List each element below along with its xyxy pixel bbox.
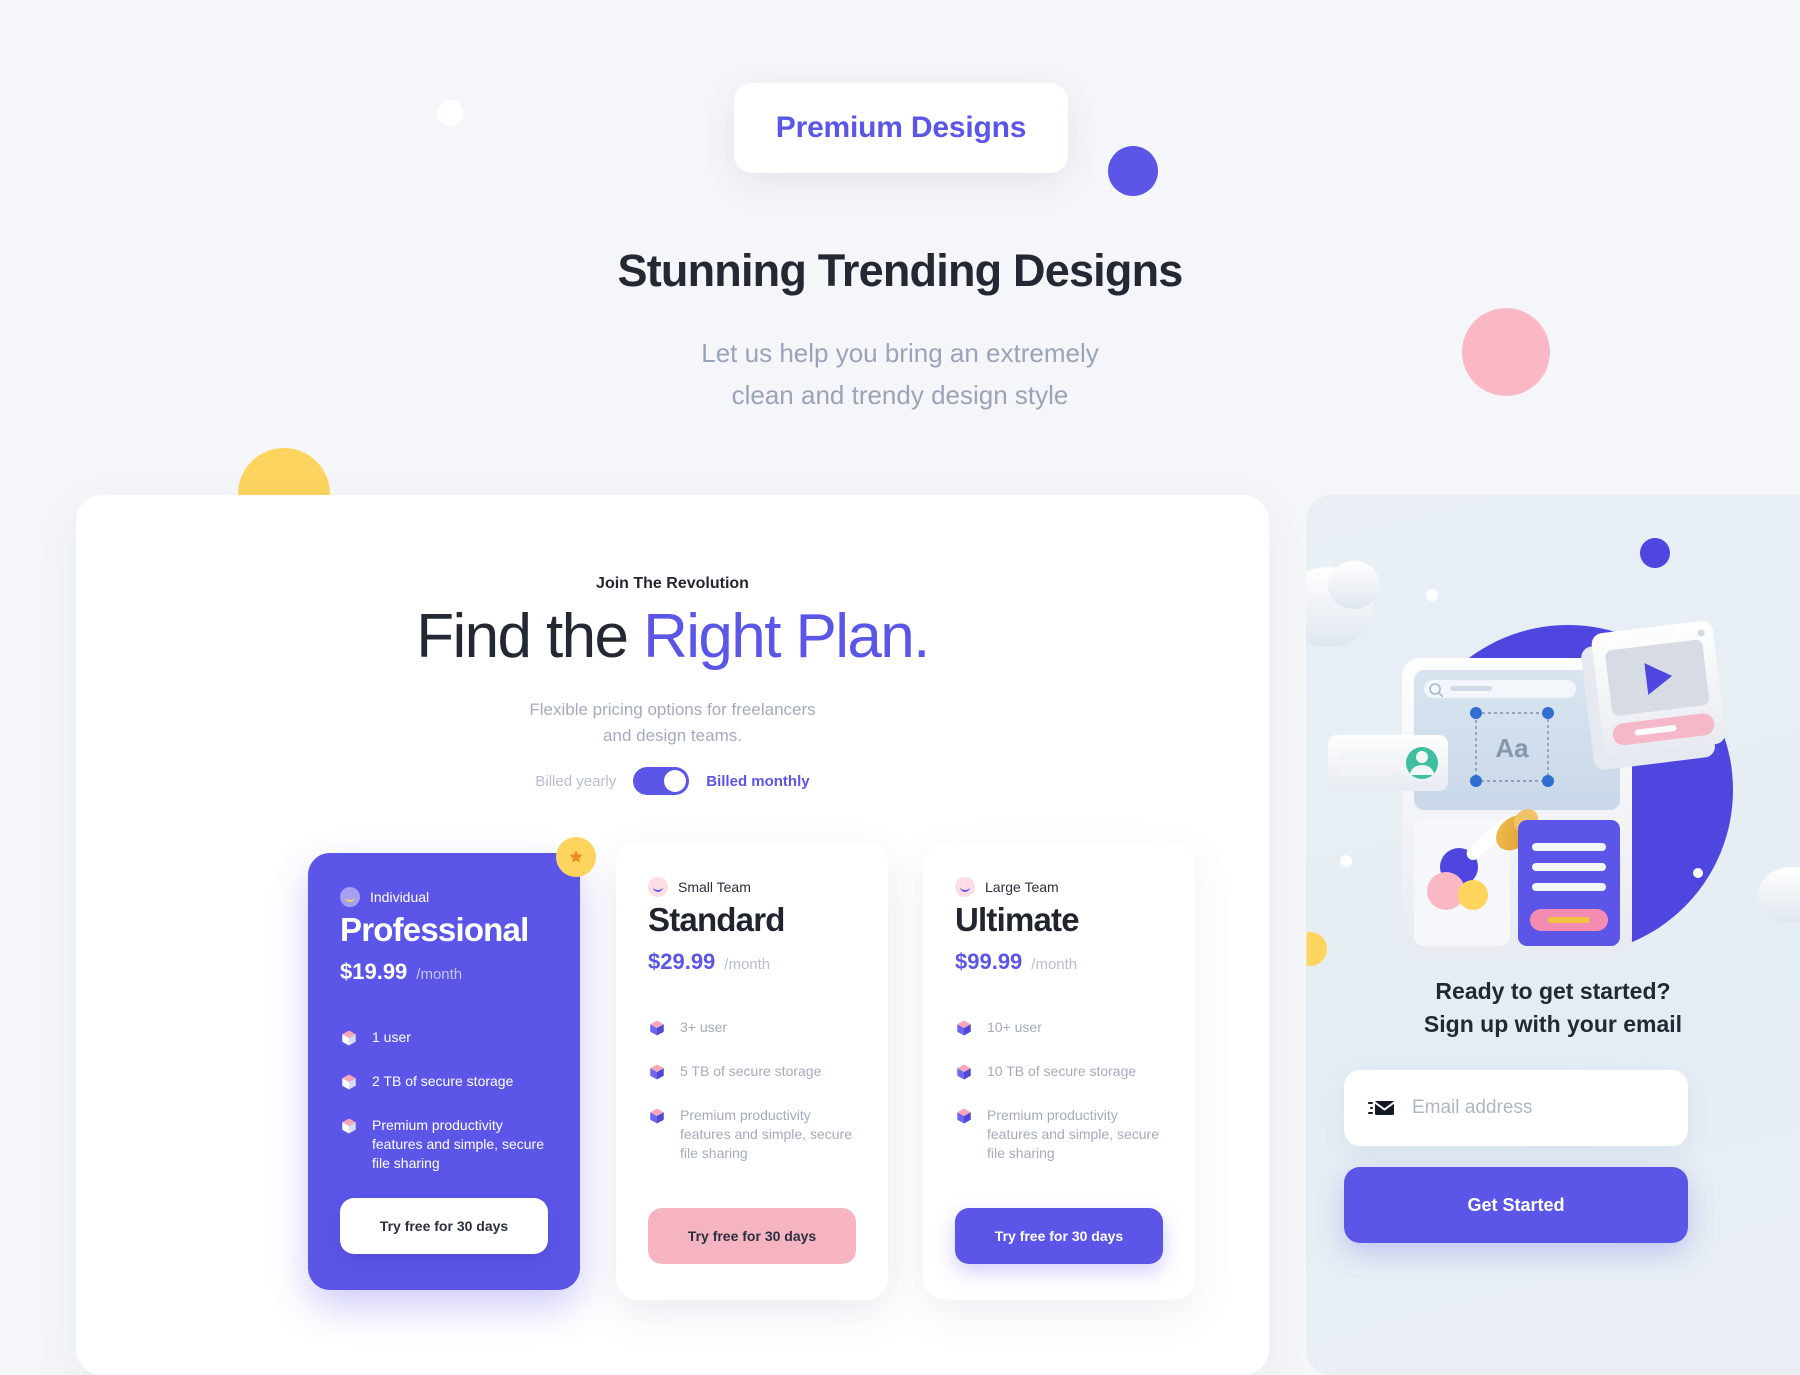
feature-item: 10 TB of secure storage <box>955 1062 1163 1081</box>
feature-item: 1 user <box>340 1028 548 1047</box>
cube-icon <box>342 1074 356 1090</box>
typography-label: Aa <box>1495 733 1529 763</box>
plan-price: $99.99 <box>955 949 1023 974</box>
plan-tag-standard: Small Team <box>648 877 856 897</box>
feature-item: Premium productivity features and simple… <box>648 1106 856 1163</box>
feature-label: 10+ user <box>987 1019 1042 1035</box>
plan-features-professional: 1 user 2 TB of secure storage Premium pr… <box>340 1028 548 1173</box>
cloud-icon <box>1306 561 1380 647</box>
plan-features-ultimate: 10+ user 10 TB of secure storage Premium… <box>955 1018 1163 1163</box>
plan-name-ultimate: Ultimate <box>955 901 1080 938</box>
cube-icon <box>957 1064 971 1080</box>
plan-tag-label: Individual <box>370 889 430 905</box>
plan-price-row-standard: $29.99 /month <box>648 949 856 975</box>
try-free-button-professional[interactable]: Try free for 30 days <box>340 1198 548 1254</box>
selection-handle <box>1542 775 1554 787</box>
pricing-cards: Individual Professional $19.99 /month 1 <box>76 495 1269 1375</box>
contact-card <box>1328 735 1448 791</box>
cube-icon <box>957 1020 971 1036</box>
premium-designs-badge-label: Premium Designs <box>775 111 1027 144</box>
feature-item: 10+ user <box>955 1018 1163 1037</box>
plan-price-row-ultimate: $99.99 /month <box>955 949 1163 975</box>
plan-tag-label: Small Team <box>678 879 751 895</box>
plan-period: /month <box>1031 956 1078 973</box>
plan-name-professional: Professional <box>340 911 529 948</box>
feature-label: Premium productivity features and simple… <box>680 1107 852 1161</box>
premium-designs-badge[interactable]: Premium Designs <box>734 83 1068 173</box>
smiley-icon <box>955 877 975 897</box>
email-input[interactable] <box>1412 1097 1664 1119</box>
plan-tag-professional: Individual <box>340 887 548 907</box>
plan-price: $29.99 <box>648 949 716 974</box>
featured-star-badge <box>556 837 596 877</box>
feature-item: 5 TB of secure storage <box>648 1062 856 1081</box>
page-title: Stunning Trending Designs <box>617 245 1183 296</box>
video-card <box>1581 620 1726 770</box>
cube-icon <box>342 1030 356 1046</box>
plan-features-standard: 3+ user 5 TB of secure storage Premium p… <box>648 1018 856 1163</box>
feature-item: Premium productivity features and simple… <box>340 1116 548 1173</box>
dot <box>1640 538 1670 568</box>
plan-period: /month <box>724 956 771 973</box>
plan-tag-ultimate: Large Team <box>955 877 1163 897</box>
try-free-button-standard[interactable]: Try free for 30 days <box>648 1208 856 1264</box>
plan-tag-label: Large Team <box>985 879 1059 895</box>
feature-label: 10 TB of secure storage <box>987 1063 1137 1079</box>
smiley-icon <box>340 887 360 907</box>
signup-heading-line-1: Ready to get started? <box>1435 978 1671 1004</box>
plan-price-row-professional: $19.99 /month <box>340 959 548 985</box>
pricing-card-professional[interactable]: Individual Professional $19.99 /month 1 <box>308 837 596 1290</box>
envelope-icon <box>1368 1101 1394 1115</box>
signup-heading-line-2: Sign up with your email <box>1423 1010 1683 1037</box>
decorative-circle-yellow-small <box>1306 932 1327 966</box>
selection-handle <box>1542 707 1554 719</box>
pricing-panel: Join The Revolution Find the Right Plan.… <box>76 495 1269 1375</box>
plan-price: $19.99 <box>340 959 408 984</box>
decorative-circle-white <box>437 100 463 126</box>
dot <box>1426 589 1438 601</box>
color-swatch-yellow <box>1458 880 1488 910</box>
email-field-wrapper[interactable] <box>1344 1070 1688 1146</box>
page-subtitle: Let us help you bring an extremely clean… <box>0 332 1800 416</box>
dot <box>1340 855 1352 867</box>
feature-label: Premium productivity features and simple… <box>987 1107 1159 1161</box>
feature-label: 2 TB of secure storage <box>372 1073 514 1089</box>
dot <box>1693 868 1703 878</box>
search-bar <box>1424 680 1576 698</box>
page-subtitle-line-1: Let us help you bring an extremely <box>701 338 1099 368</box>
feature-label: 1 user <box>372 1029 411 1045</box>
feature-item: 2 TB of secure storage <box>340 1072 548 1091</box>
smiley-icon <box>648 877 668 897</box>
plan-name-standard: Standard <box>648 901 785 938</box>
try-free-button-ultimate[interactable]: Try free for 30 days <box>955 1208 1163 1264</box>
pricing-card-ultimate[interactable]: Large Team Ultimate $99.99 /month 10+ us… <box>923 843 1195 1300</box>
plan-period: /month <box>416 966 463 983</box>
signup-panel: Aa Ready to get started? Sign up with yo… <box>1306 495 1800 1375</box>
pricing-card-standard[interactable]: Small Team Standard $29.99 /month 3+ use… <box>616 843 888 1300</box>
feature-item: Premium productivity features and simple… <box>955 1106 1163 1163</box>
decorative-circle-purple <box>1108 146 1158 196</box>
feature-item: 3+ user <box>648 1018 856 1037</box>
selection-handle <box>1470 707 1482 719</box>
feature-label: 3+ user <box>680 1019 728 1035</box>
get-started-button[interactable]: Get Started <box>1344 1167 1688 1243</box>
star-icon <box>569 850 583 863</box>
feature-label: Premium productivity features and simple… <box>372 1117 544 1171</box>
cube-icon <box>650 1020 664 1036</box>
design-tools-illustration: Aa <box>1306 538 1800 958</box>
cloud-icon <box>1758 867 1800 923</box>
page-subtitle-line-2: clean and trendy design style <box>731 380 1069 411</box>
cube-icon <box>342 1118 356 1134</box>
cube-icon <box>650 1064 664 1080</box>
cube-icon <box>957 1108 971 1124</box>
selection-handle <box>1470 775 1482 787</box>
cube-icon <box>650 1108 664 1124</box>
feature-label: 5 TB of secure storage <box>680 1063 822 1079</box>
signup-heading: Ready to get started? Sign up with your … <box>1306 975 1800 1040</box>
